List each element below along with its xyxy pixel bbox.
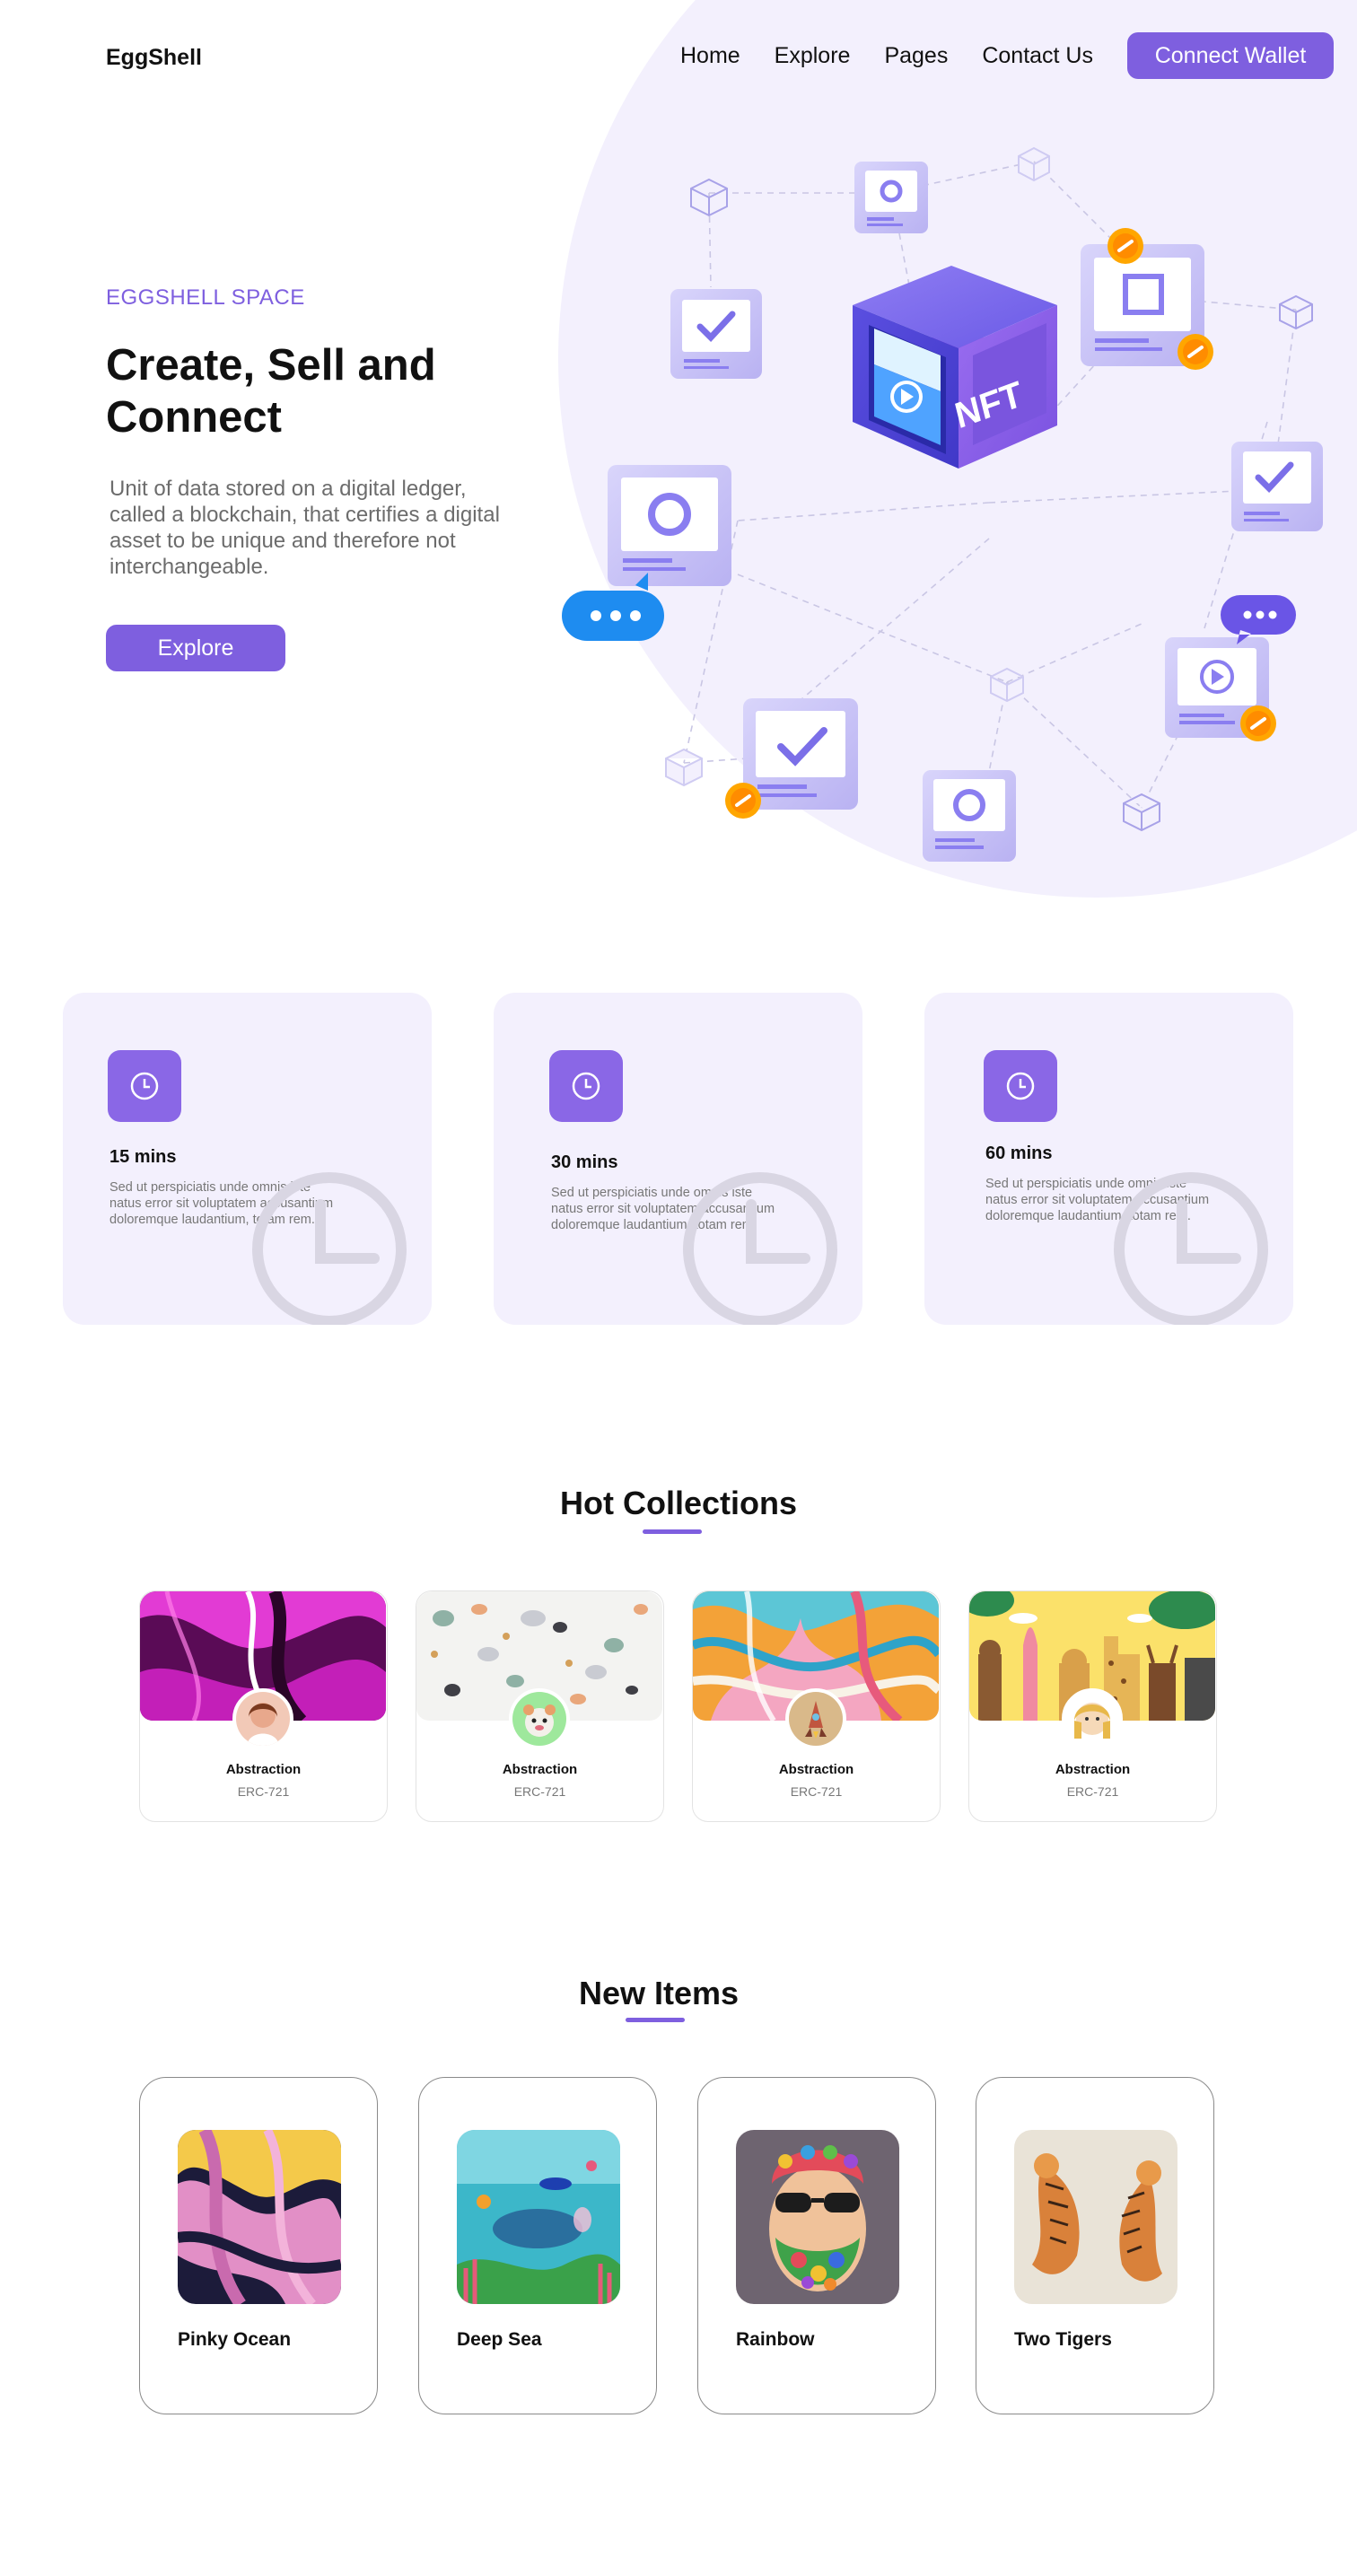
clock-icon: [984, 1050, 1057, 1122]
new-item-card[interactable]: Two Tigers: [976, 2077, 1214, 2414]
collection-standard: ERC-721: [1066, 1784, 1119, 1799]
feature-title: 15 mins: [109, 1147, 177, 1167]
nav-explore[interactable]: Explore: [775, 43, 851, 69]
page: EggShell Home Explore Pages Contact Us C…: [0, 0, 1357, 2576]
clock-icon: [108, 1050, 181, 1122]
connect-wallet-button[interactable]: Connect Wallet: [1127, 32, 1334, 79]
new-items-underline: [626, 2018, 685, 2022]
doc-card-play-right: [1165, 595, 1296, 741]
doc-card-square-top-right: [1081, 228, 1213, 370]
feature-title: 60 mins: [985, 1143, 1053, 1163]
nav-contact-us[interactable]: Contact Us: [982, 43, 1093, 69]
feature-title: 30 mins: [551, 1152, 618, 1172]
item-image: [178, 2130, 341, 2304]
explore-button[interactable]: Explore: [106, 625, 285, 671]
hero-eyebrow: EGGSHELL SPACE: [106, 285, 305, 310]
doc-card-circle-left: [608, 465, 731, 586]
new-items-title: New Items: [578, 1975, 740, 2011]
item-name: Rainbow: [736, 2329, 815, 2350]
collection-card[interactable]: Abstraction ERC-721: [416, 1590, 664, 1822]
doc-card-circle-top: [854, 162, 928, 233]
item-name: Pinky Ocean: [178, 2329, 292, 2350]
clock-watermark-icon: [1114, 1172, 1268, 1325]
hero-description: Unit of data stored on a digital ledger,…: [109, 477, 500, 579]
new-item-card[interactable]: Rainbow: [697, 2077, 936, 2414]
collection-name: Abstraction: [1055, 1762, 1131, 1777]
item-image: [736, 2130, 899, 2304]
collection-name: Abstraction: [502, 1762, 578, 1777]
collection-card[interactable]: Abstraction ERC-721: [968, 1590, 1217, 1822]
collection-card[interactable]: Abstraction ERC-721: [692, 1590, 941, 1822]
doc-card-check-bottom: [725, 698, 858, 819]
logo[interactable]: EggShell: [106, 45, 202, 71]
collection-card[interactable]: Abstraction ERC-721: [139, 1590, 388, 1822]
new-item-card[interactable]: Pinky Ocean: [139, 2077, 378, 2414]
clock-icon: [549, 1050, 623, 1122]
avatar: [232, 1688, 293, 1749]
collection-standard: ERC-721: [513, 1784, 566, 1799]
doc-card-circle-bottom: [923, 770, 1016, 862]
collection-name: Abstraction: [225, 1762, 302, 1777]
clock-watermark-icon: [683, 1172, 837, 1325]
item-image: [1014, 2130, 1178, 2304]
hot-collections-underline: [643, 1529, 702, 1534]
new-item-card[interactable]: Deep Sea: [418, 2077, 657, 2414]
avatar: [1062, 1688, 1123, 1749]
item-name: Deep Sea: [457, 2329, 542, 2350]
avatar: [509, 1688, 570, 1749]
hero-title: Create, Sell and Connect: [106, 341, 436, 442]
avatar: [785, 1688, 846, 1749]
collection-standard: ERC-721: [237, 1784, 290, 1799]
nav-pages[interactable]: Pages: [884, 43, 948, 69]
item-image: [457, 2130, 620, 2304]
feature-card-60-mins: 60 mins Sed ut perspiciatis unde omnis i…: [924, 993, 1293, 1325]
clock-watermark-icon: [252, 1172, 407, 1325]
nft-cube: NFT: [853, 266, 1057, 469]
collection-standard: ERC-721: [790, 1784, 843, 1799]
feature-card-15-mins: 15 mins Sed ut perspiciatis unde omnis i…: [63, 993, 432, 1325]
nav-home[interactable]: Home: [680, 43, 740, 69]
doc-card-check-left: [670, 289, 762, 379]
doc-card-check-right: [1231, 442, 1323, 531]
nft-network-illustration: NFT: [562, 146, 1323, 862]
collection-name: Abstraction: [778, 1762, 854, 1777]
hot-collections-title: Hot Collections: [559, 1485, 797, 1521]
feature-card-30-mins: 30 mins Sed ut perspiciatis unde omnis i…: [494, 993, 862, 1325]
item-name: Two Tigers: [1014, 2329, 1112, 2350]
main-nav: Home Explore Pages Contact Us Connect Wa…: [680, 32, 1334, 79]
